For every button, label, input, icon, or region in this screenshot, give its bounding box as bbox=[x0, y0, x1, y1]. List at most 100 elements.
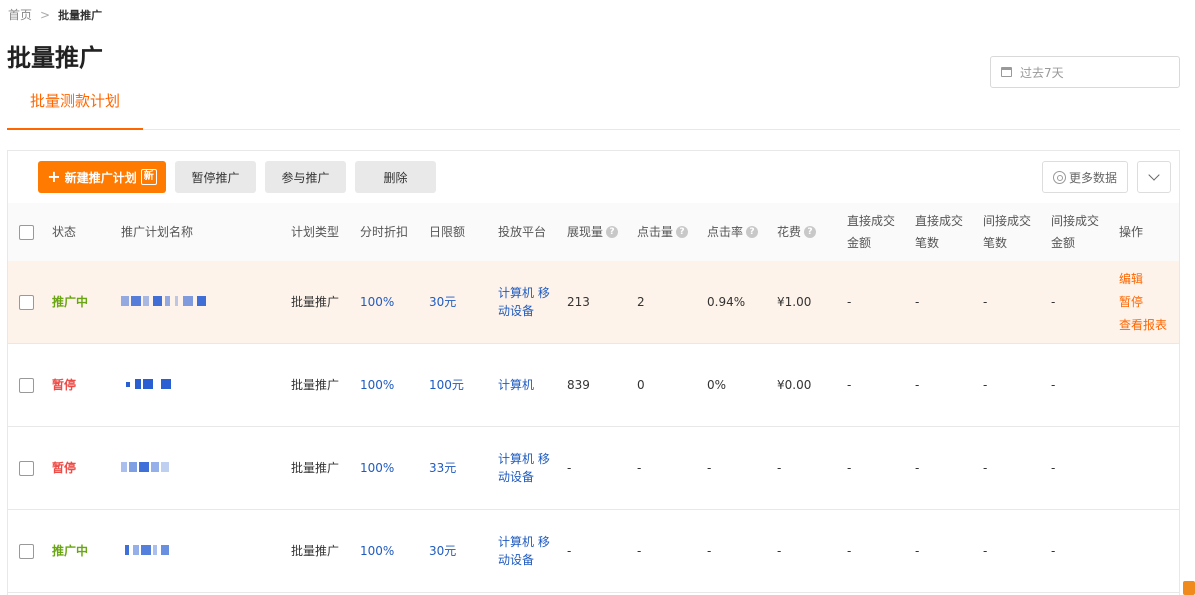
discount-link[interactable]: 100% bbox=[360, 344, 394, 426]
budget-link[interactable]: 100元 bbox=[429, 344, 464, 426]
edit-link[interactable]: 编辑 bbox=[1119, 270, 1143, 288]
view-report-link[interactable]: 查看报表 bbox=[1119, 316, 1167, 334]
scroll-indicator[interactable] bbox=[1183, 581, 1195, 595]
select-all-checkbox[interactable] bbox=[19, 224, 34, 240]
budget-link[interactable]: 30元 bbox=[429, 510, 456, 592]
header-direct-count: 直接成交笔数 bbox=[915, 203, 971, 261]
plan-type: 批量推广 bbox=[291, 544, 340, 558]
direct-count-value: - bbox=[915, 295, 920, 309]
status-badge: 推广中 bbox=[52, 295, 89, 309]
delete-button[interactable]: 删除 bbox=[355, 161, 436, 193]
breadcrumb: 首页 > 批量推广 bbox=[8, 6, 102, 23]
row-actions: 编辑 暂停 查看报表 bbox=[1119, 261, 1167, 343]
more-data-button[interactable]: 更多数据 bbox=[1042, 161, 1128, 193]
platform-link[interactable]: 计算机 移动设备 bbox=[498, 261, 556, 343]
discount-link[interactable]: 100% bbox=[360, 427, 394, 509]
impressions-value: 839 bbox=[567, 378, 590, 392]
chevron-down-icon bbox=[1148, 169, 1160, 181]
clicks-value: - bbox=[637, 544, 642, 558]
impressions-value: - bbox=[567, 544, 572, 558]
header-budget: 日限额 bbox=[429, 225, 466, 239]
indirect-count-value: - bbox=[983, 544, 988, 558]
row-checkbox[interactable] bbox=[19, 294, 34, 310]
redacted-name-image bbox=[121, 462, 211, 474]
help-icon[interactable]: ? bbox=[676, 226, 689, 238]
impressions-value: 213 bbox=[567, 295, 590, 309]
table-row: 推广中 批量推广 100% 30元 计算机 移动设备 213 2 0.94% ¥… bbox=[8, 261, 1179, 344]
clicks-value: 2 bbox=[637, 295, 645, 309]
pause-link[interactable]: 暂停 bbox=[1119, 293, 1143, 311]
header-clicks: 点击量? bbox=[637, 203, 689, 261]
tab-batch-test-plan[interactable]: 批量测款计划 bbox=[7, 84, 143, 130]
help-icon[interactable]: ? bbox=[804, 226, 817, 238]
breadcrumb-current: 批量推广 bbox=[58, 8, 103, 22]
direct-amount-value: - bbox=[847, 295, 852, 309]
redacted-name-image bbox=[121, 379, 211, 391]
platform-link[interactable]: 计算机 bbox=[498, 344, 556, 426]
table-header: 状态 推广计划名称 计划类型 分时折扣 日限额 投放平台 展现量? 点击量? 点… bbox=[8, 203, 1179, 261]
header-impressions: 展现量? bbox=[567, 203, 619, 261]
header-type: 计划类型 bbox=[291, 225, 340, 239]
plan-name-redacted[interactable] bbox=[121, 344, 211, 426]
pause-promotion-button[interactable]: 暂停推广 bbox=[175, 161, 256, 193]
header-indirect-count: 间接成交笔数 bbox=[983, 203, 1039, 261]
plan-panel: + 新建推广计划 新 暂停推广 参与推广 删除 更多数据 状态 推广计划名称 计… bbox=[7, 150, 1180, 595]
expand-toggle-button[interactable] bbox=[1137, 161, 1171, 193]
platform-link[interactable]: 计算机 移动设备 bbox=[498, 510, 556, 592]
header-direct-amount: 直接成交金额 bbox=[847, 203, 903, 261]
page-title: 批量推广 bbox=[7, 44, 103, 72]
plan-type: 批量推广 bbox=[291, 461, 340, 475]
platform-link[interactable]: 计算机 移动设备 bbox=[498, 427, 556, 509]
help-icon[interactable]: ? bbox=[746, 226, 759, 238]
direct-count-value: - bbox=[915, 544, 920, 558]
header-cost-label: 花费 bbox=[777, 225, 802, 239]
redacted-name-image bbox=[121, 545, 211, 557]
table-row: 暂停 批量推广 100% 33元 计算机 移动设备 - - - - - - - … bbox=[8, 427, 1179, 510]
header-ctr-label: 点击率 bbox=[707, 225, 744, 239]
direct-count-value: - bbox=[915, 461, 920, 475]
row-checkbox[interactable] bbox=[19, 543, 34, 559]
help-icon[interactable]: ? bbox=[606, 226, 619, 238]
header-indirect-amount: 间接成交金额 bbox=[1051, 203, 1107, 261]
plus-icon: + bbox=[47, 167, 61, 186]
direct-count-value: - bbox=[915, 378, 920, 392]
row-checkbox[interactable] bbox=[19, 460, 34, 476]
new-plan-label: 新建推广计划 bbox=[64, 170, 137, 185]
header-direct-count-label: 直接成交笔数 bbox=[915, 214, 964, 250]
redacted-name-image bbox=[121, 296, 211, 308]
header-indirect-count-label: 间接成交笔数 bbox=[983, 214, 1032, 250]
plan-name-redacted[interactable] bbox=[121, 261, 211, 343]
toolbar: + 新建推广计划 新 暂停推广 参与推广 删除 更多数据 bbox=[8, 151, 1179, 203]
header-status: 状态 bbox=[52, 225, 77, 239]
gear-icon bbox=[1052, 170, 1066, 184]
table-row: 推广中 批量推广 100% 30元 计算机 移动设备 - - - - - - -… bbox=[8, 510, 1179, 593]
row-checkbox[interactable] bbox=[19, 377, 34, 393]
indirect-amount-value: - bbox=[1051, 544, 1056, 558]
direct-amount-value: - bbox=[847, 544, 852, 558]
direct-amount-value: - bbox=[847, 378, 852, 392]
cost-value: - bbox=[777, 461, 782, 475]
breadcrumb-home[interactable]: 首页 bbox=[8, 6, 32, 23]
join-promotion-button[interactable]: 参与推广 bbox=[265, 161, 346, 193]
ctr-value: - bbox=[707, 461, 712, 475]
clicks-value: 0 bbox=[637, 378, 645, 392]
budget-link[interactable]: 30元 bbox=[429, 261, 456, 343]
indirect-amount-value: - bbox=[1051, 295, 1056, 309]
budget-link[interactable]: 33元 bbox=[429, 427, 456, 509]
table-row: 暂停 批量推广 100% 100元 计算机 839 0 0% ¥0.00 - -… bbox=[8, 344, 1179, 427]
indirect-count-value: - bbox=[983, 378, 988, 392]
indirect-count-value: - bbox=[983, 461, 988, 475]
discount-link[interactable]: 100% bbox=[360, 261, 394, 343]
discount-link[interactable]: 100% bbox=[360, 510, 394, 592]
indirect-amount-value: - bbox=[1051, 378, 1056, 392]
header-discount: 分时折扣 bbox=[360, 225, 409, 239]
chevron-right-icon: > bbox=[40, 7, 51, 22]
clicks-value: - bbox=[637, 461, 642, 475]
plan-name-redacted[interactable] bbox=[121, 427, 211, 509]
new-plan-button[interactable]: + 新建推广计划 新 bbox=[38, 161, 166, 193]
header-clicks-label: 点击量 bbox=[637, 225, 674, 239]
select-all-cell bbox=[19, 203, 34, 261]
plan-name-redacted[interactable] bbox=[121, 510, 211, 592]
cost-value: ¥1.00 bbox=[777, 295, 812, 309]
header-direct-amount-label: 直接成交金额 bbox=[847, 214, 896, 250]
